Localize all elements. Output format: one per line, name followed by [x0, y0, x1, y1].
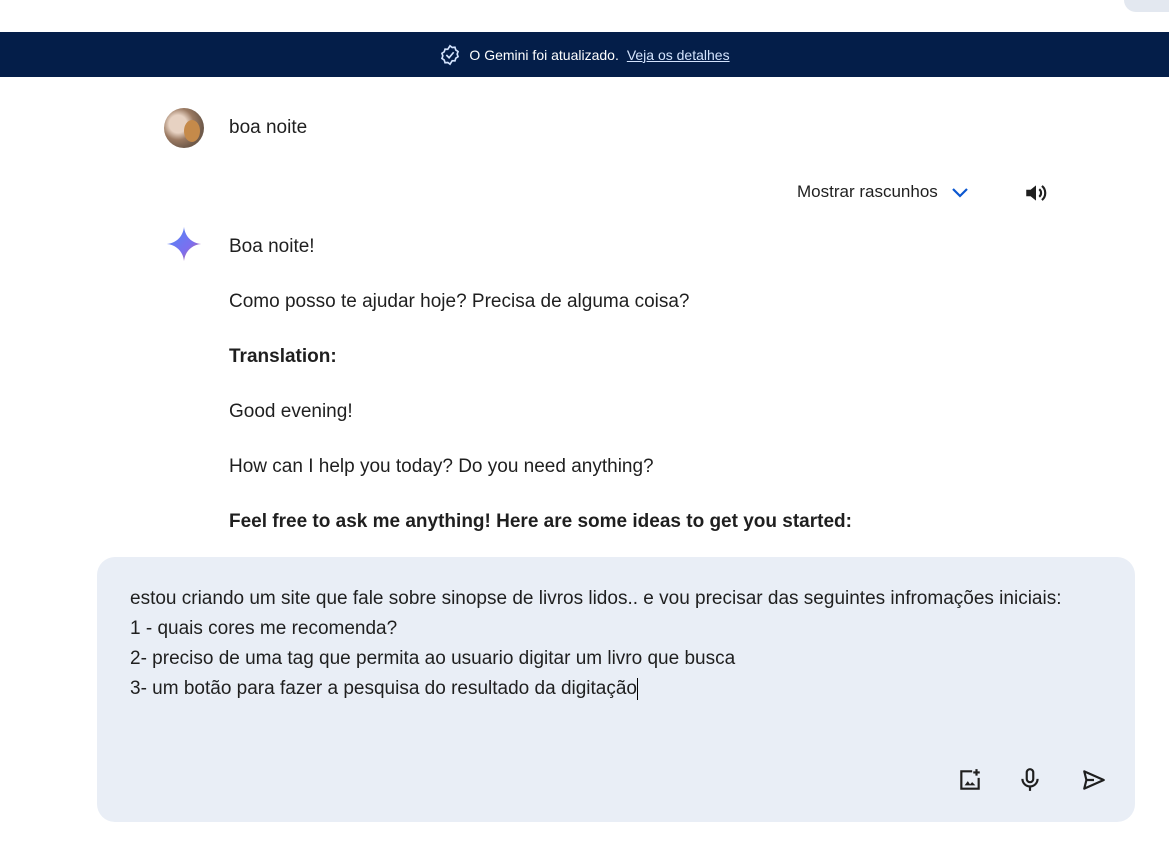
prompt-text: estou criando um site que fale sobre sin… — [130, 588, 1062, 699]
banner-details-link[interactable]: Veja os detalhes — [627, 47, 730, 63]
user-message: boa noite — [229, 117, 308, 138]
verified-badge-icon — [441, 44, 460, 65]
show-drafts-label: Mostrar rascunhos — [797, 182, 938, 201]
response-paragraph: Como posso te ajudar hoje? Precisa de al… — [229, 291, 690, 312]
gemini-sparkle-icon — [166, 226, 202, 262]
top-corner-button[interactable] — [1124, 0, 1169, 12]
send-icon[interactable] — [1081, 767, 1107, 793]
text-caret — [637, 677, 638, 700]
speaker-icon[interactable] — [1022, 180, 1050, 206]
translation-heading: Translation: — [229, 346, 337, 367]
ideas-heading: Feel free to ask me anything! Here are s… — [229, 511, 852, 532]
translation-paragraph: How can I help you today? Do you need an… — [229, 456, 654, 477]
user-avatar — [164, 108, 204, 148]
gemini-response: Boa noite! Como posso te ajudar hoje? Pr… — [229, 234, 852, 564]
update-banner: O Gemini foi atualizado. Veja os detalhe… — [0, 32, 1169, 77]
microphone-icon[interactable] — [1017, 767, 1043, 793]
banner-text: O Gemini foi atualizado. — [469, 46, 619, 63]
prompt-input-box[interactable]: estou criando um site que fale sobre sin… — [97, 557, 1135, 822]
add-image-icon[interactable] — [957, 767, 983, 793]
response-paragraph: Boa noite! — [229, 236, 315, 257]
translation-paragraph: Good evening! — [229, 401, 353, 422]
chevron-down-icon — [952, 188, 968, 198]
show-drafts-button[interactable]: Mostrar rascunhos — [797, 182, 970, 202]
prompt-input[interactable]: estou criando um site que fale sobre sin… — [130, 584, 1090, 704]
